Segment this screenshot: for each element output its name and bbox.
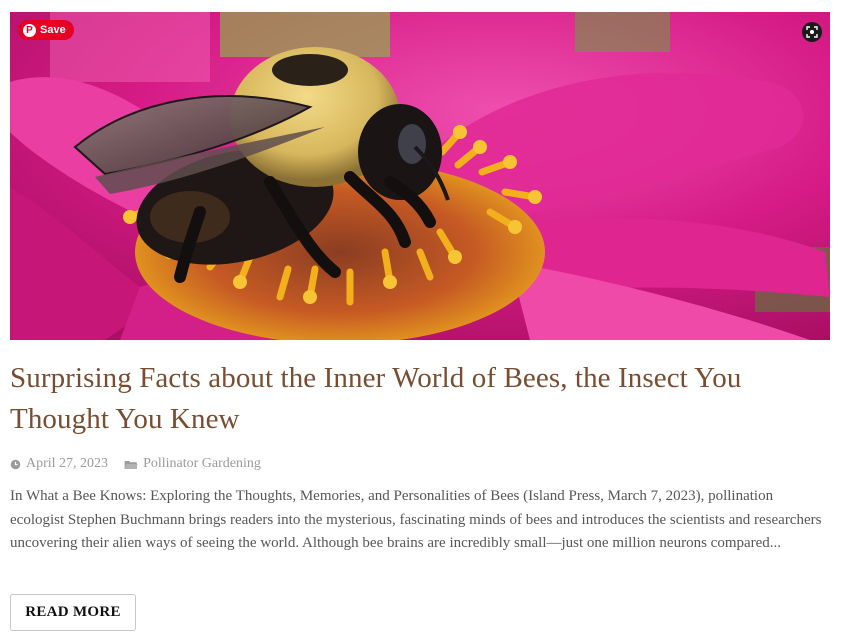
post-date: April 27, 2023 — [10, 456, 108, 472]
post-excerpt: In What a Bee Knows: Exploring the Thoug… — [10, 488, 822, 551]
pinterest-save-button[interactable]: P Save — [18, 20, 74, 40]
post-category-text[interactable]: Pollinator Gardening — [143, 456, 261, 472]
read-more-button[interactable]: READ MORE — [10, 594, 136, 631]
post-title[interactable]: Surprising Facts about the Inner World o… — [10, 358, 825, 440]
visual-search-button[interactable] — [802, 22, 822, 42]
pinterest-save-label: Save — [40, 24, 66, 36]
bee-on-flower-image — [10, 12, 830, 340]
visual-search-icon — [806, 26, 818, 38]
post-category[interactable]: Pollinator Gardening — [124, 456, 261, 472]
post-meta: April 27, 2023 Pollinator Gardening — [10, 455, 277, 473]
post-date-text: April 27, 2023 — [26, 456, 109, 471]
folder-icon — [124, 460, 138, 469]
clock-icon — [10, 459, 21, 469]
pinterest-icon: P — [23, 23, 36, 37]
featured-image[interactable] — [10, 12, 830, 340]
